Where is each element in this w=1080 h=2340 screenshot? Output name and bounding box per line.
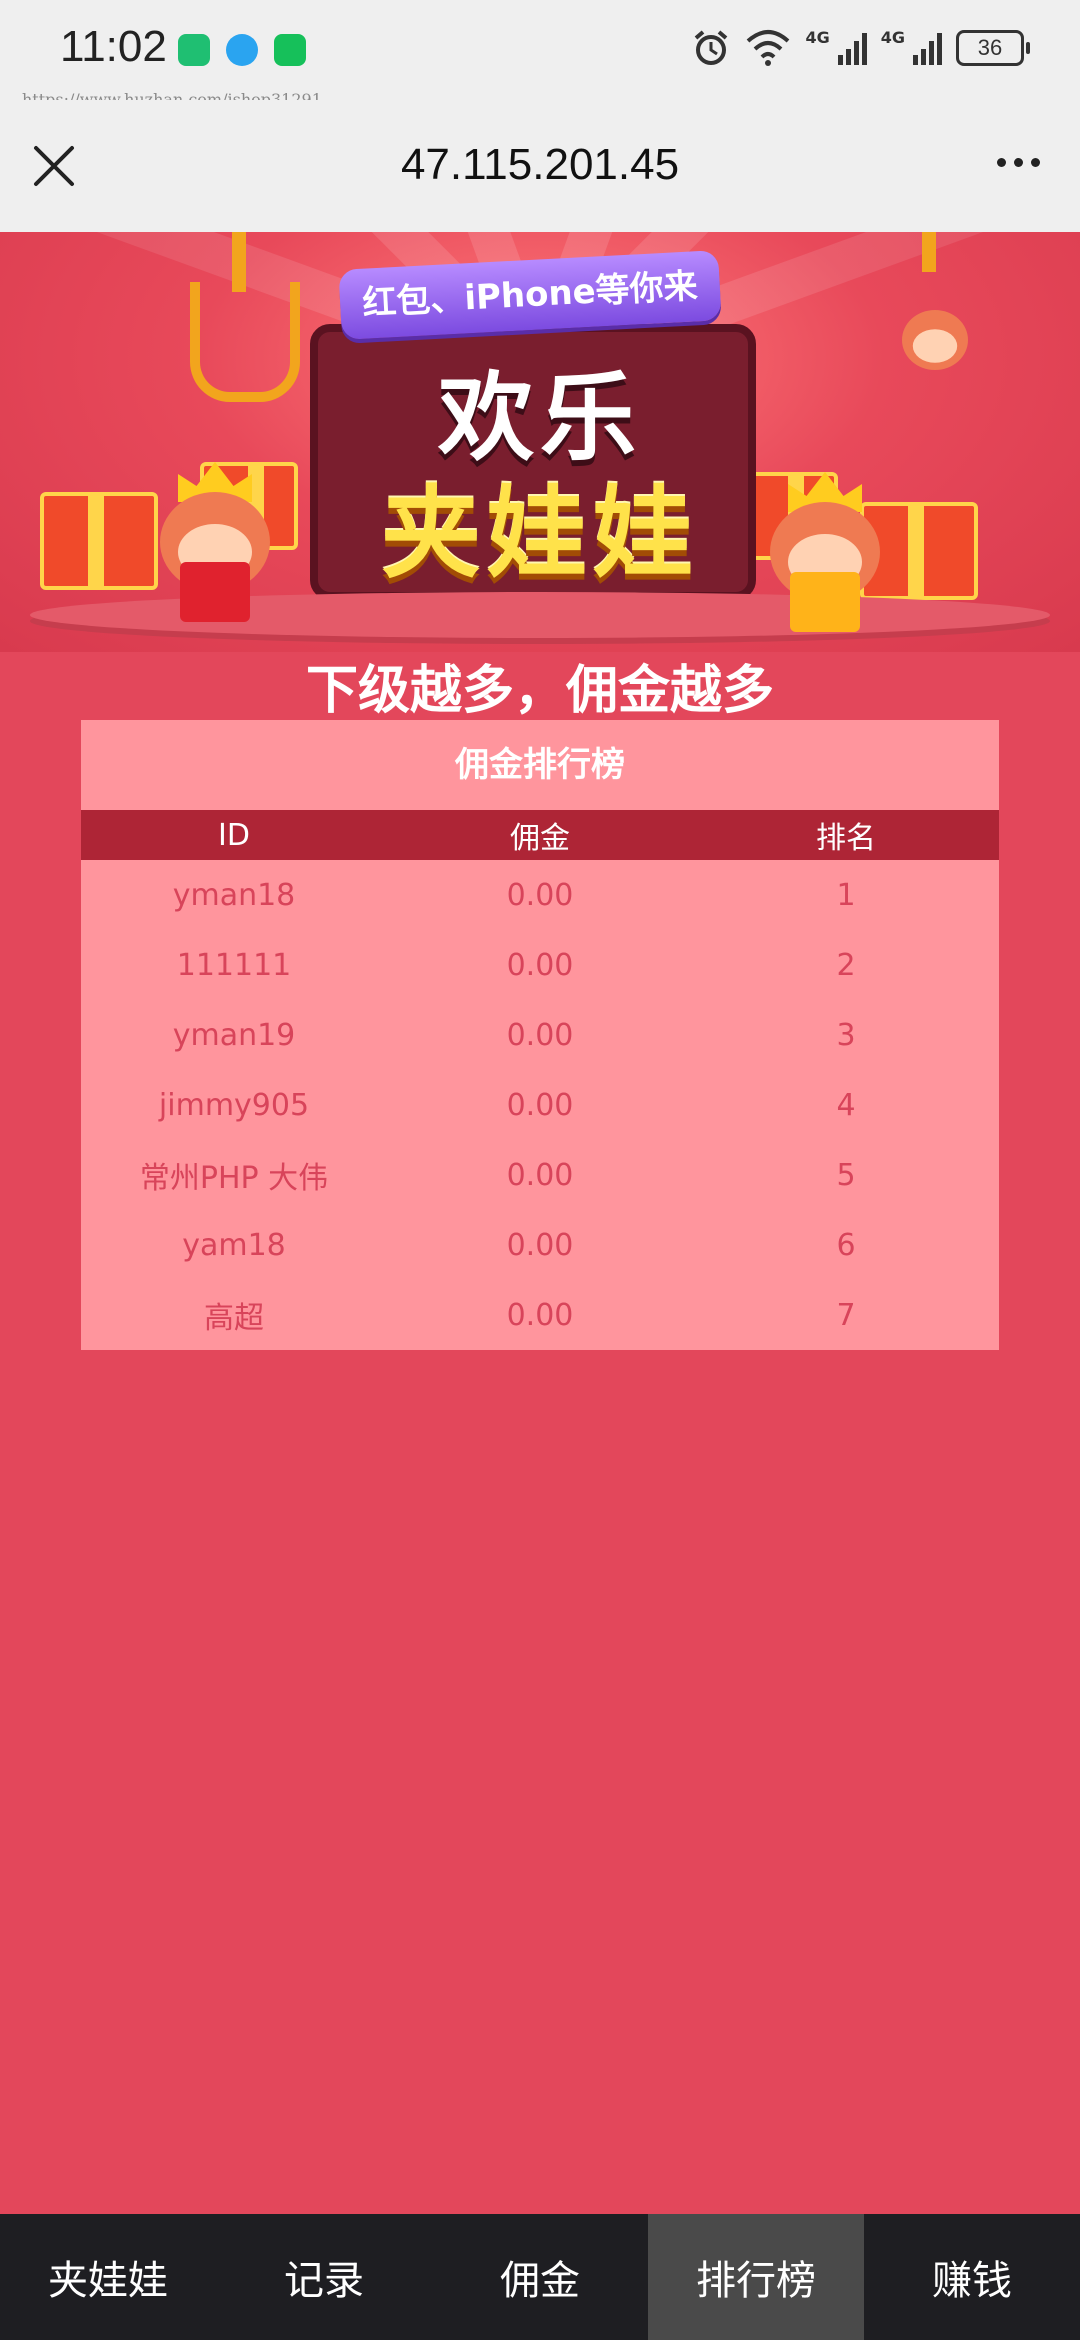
table-header: ID 佣金 排名 [81,810,999,860]
headline: 下级越多，佣金越多 [305,661,774,721]
signal-icon-2 [913,31,942,65]
table-row: yman18 0.00 1 [81,860,999,930]
cell-rank: 6 [836,1227,856,1263]
wifi-icon [747,30,790,66]
status-indicators: 4G 4G 36 [691,28,1030,68]
monkey-mascot-left [150,462,280,622]
table-row: yam18 0.00 6 [81,1210,999,1280]
table-row: jimmy905 0.00 4 [81,1070,999,1140]
browser-header: 47.115.201.45 [0,100,1080,232]
cell-id: 高超 [204,1301,264,1336]
cell-rank: 1 [836,877,856,913]
cell-commission: 0.00 [506,1087,574,1123]
tab-leaderboard[interactable]: 排行榜 [648,2214,864,2340]
column-header-commission: 佣金 [510,821,570,856]
iqiyi-app-icon [274,34,306,66]
cell-commission: 0.00 [506,1157,574,1193]
tab-commission[interactable]: 佣金 [432,2214,648,2340]
cell-commission: 0.00 [506,947,574,983]
cell-rank: 4 [836,1087,856,1123]
tab-records[interactable]: 记录 [216,2214,432,2340]
cell-id: jimmy905 [158,1087,310,1123]
cell-rank: 7 [836,1297,856,1333]
battery-icon: 36 [956,30,1030,66]
tab-earn[interactable]: 赚钱 [864,2214,1080,2340]
cell-id: yman19 [172,1017,296,1053]
cell-id: 111111 [176,947,292,983]
leaderboard-title: 佣金排行榜 [455,745,625,785]
network-label-2: 4G [880,28,905,47]
status-time: 11:02 [60,22,167,71]
cell-commission: 0.00 [506,1017,574,1053]
claw-small-icon [922,232,936,272]
table-row: 111111 0.00 2 [81,930,999,1000]
cell-rank: 5 [836,1157,856,1193]
tab-claw-machine[interactable]: 夹娃娃 [0,2214,216,2340]
column-header-id: ID [218,817,250,853]
cell-rank: 3 [836,1017,856,1053]
table-row: 常州PHP 大伟 0.00 5 [81,1140,999,1210]
promo-banner: 红包、iPhone等你来 欢乐 夹娃娃 [0,232,1080,652]
table-row: yman19 0.00 3 [81,1000,999,1070]
browser-app-icon [226,34,258,66]
alarm-icon [695,30,728,65]
bottom-tab-bar: 夹娃娃 记录 佣金 排行榜 赚钱 [0,2214,1080,2340]
monkey-mascot-right [760,472,890,632]
signal-icon [837,31,867,65]
cell-id: yman18 [172,877,296,913]
cell-rank: 2 [836,947,856,983]
leaderboard-table: 佣金排行榜 ID 佣金 排名 yman18 0.00 1 111111 0.00… [81,720,999,1350]
table-row: 高超 0.00 7 [81,1280,999,1350]
cell-commission: 0.00 [506,1297,574,1333]
cell-commission: 0.00 [506,1227,574,1263]
page-title: 47.115.201.45 [400,140,680,189]
battery-level: 36 [977,35,1003,60]
more-options-icon[interactable] [997,158,1040,167]
cell-id: yam18 [182,1227,286,1263]
cell-id: 常州PHP 大伟 [139,1161,329,1196]
timer-app-icon [178,34,210,66]
network-label-1: 4G [805,28,830,47]
column-header-rank: 排名 [816,821,876,856]
cell-commission: 0.00 [506,877,574,913]
monkey-mascot-small [896,292,974,382]
status-bar: 11:02 4G 4G 36 [0,0,1080,100]
